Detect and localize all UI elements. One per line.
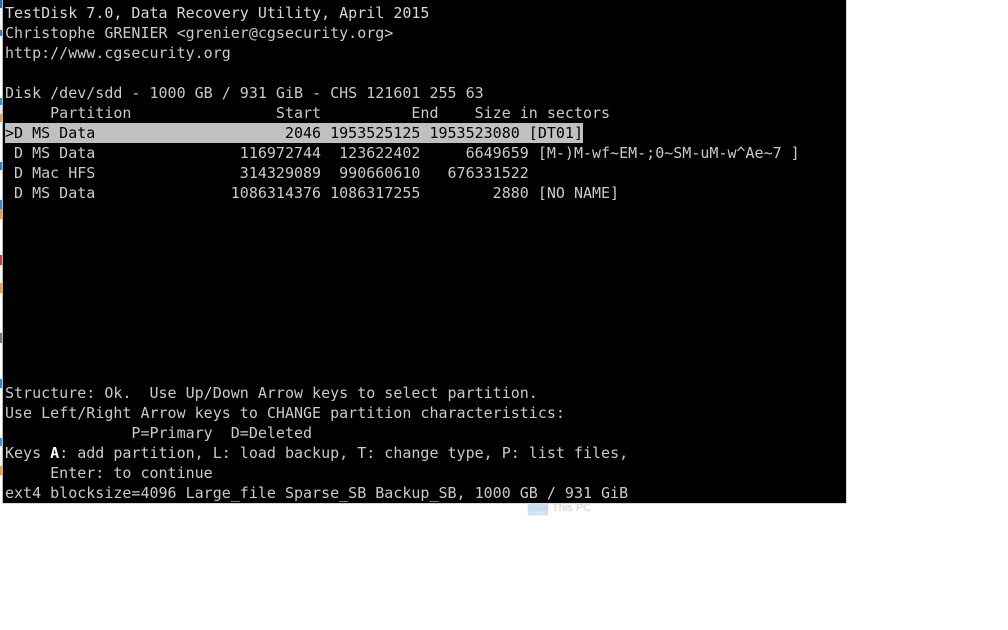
testdisk-terminal-window[interactable]: TestDisk 7.0, Data Recovery Utility, Apr… bbox=[2, 0, 847, 504]
keys-prefix: Keys bbox=[5, 444, 51, 462]
keys-rest: : add partition, L: load backup, T: chan… bbox=[59, 444, 629, 462]
author-line: Christophe GRENIER <grenier@cgsecurity.o… bbox=[5, 24, 394, 42]
terminal-screen[interactable]: TestDisk 7.0, Data Recovery Utility, Apr… bbox=[3, 0, 846, 503]
filesystem-info-line: ext4 blocksize=4096 Large_file Sparse_SB… bbox=[5, 484, 629, 502]
change-characteristics-line: Use Left/Right Arrow keys to CHANGE part… bbox=[5, 404, 565, 422]
table-row-text: D MS Data 116972744 123622402 6649659 [M… bbox=[5, 144, 656, 162]
partition-table-header: Partition Start End Size in sectors bbox=[5, 104, 611, 122]
partition-table[interactable]: >D MS Data 2046 1953525125 1953523080 [D… bbox=[5, 123, 846, 203]
table-row-overflow: 0~SM-uM-w^Ae~7 ] bbox=[655, 144, 800, 162]
keys-hotkey-a[interactable]: A bbox=[50, 444, 59, 462]
table-row-text: >D MS Data 2046 1953525125 1953523080 [D… bbox=[5, 124, 583, 142]
table-row[interactable]: >D MS Data 2046 1953525125 1953523080 [D… bbox=[5, 123, 583, 143]
table-row[interactable]: D MS Data 116972744 123622402 6649659 [M… bbox=[5, 143, 800, 163]
table-row-text: D Mac HFS 314329089 990660610 676331522 bbox=[5, 164, 529, 182]
app-title-line: TestDisk 7.0, Data Recovery Utility, Apr… bbox=[5, 4, 430, 22]
homepage-url-line: http://www.cgsecurity.org bbox=[5, 44, 231, 62]
table-row[interactable]: D Mac HFS 314329089 990660610 676331522 bbox=[5, 163, 583, 183]
disk-info-line: Disk /dev/sdd - 1000 GB / 931 GiB - CHS … bbox=[5, 84, 484, 102]
table-row[interactable]: D MS Data 1086314376 1086317255 2880 [NO… bbox=[5, 183, 619, 203]
keys-help-line: Keys A: add partition, L: load backup, T… bbox=[5, 443, 846, 463]
enter-to-continue-line: Enter: to continue bbox=[5, 464, 213, 482]
partition-type-legend-line: P=Primary D=Deleted bbox=[5, 424, 313, 442]
table-row-text: D MS Data 1086314376 1086317255 2880 [NO… bbox=[5, 184, 620, 202]
structure-status-line: Structure: Ok. Use Up/Down Arrow keys to… bbox=[5, 384, 538, 402]
